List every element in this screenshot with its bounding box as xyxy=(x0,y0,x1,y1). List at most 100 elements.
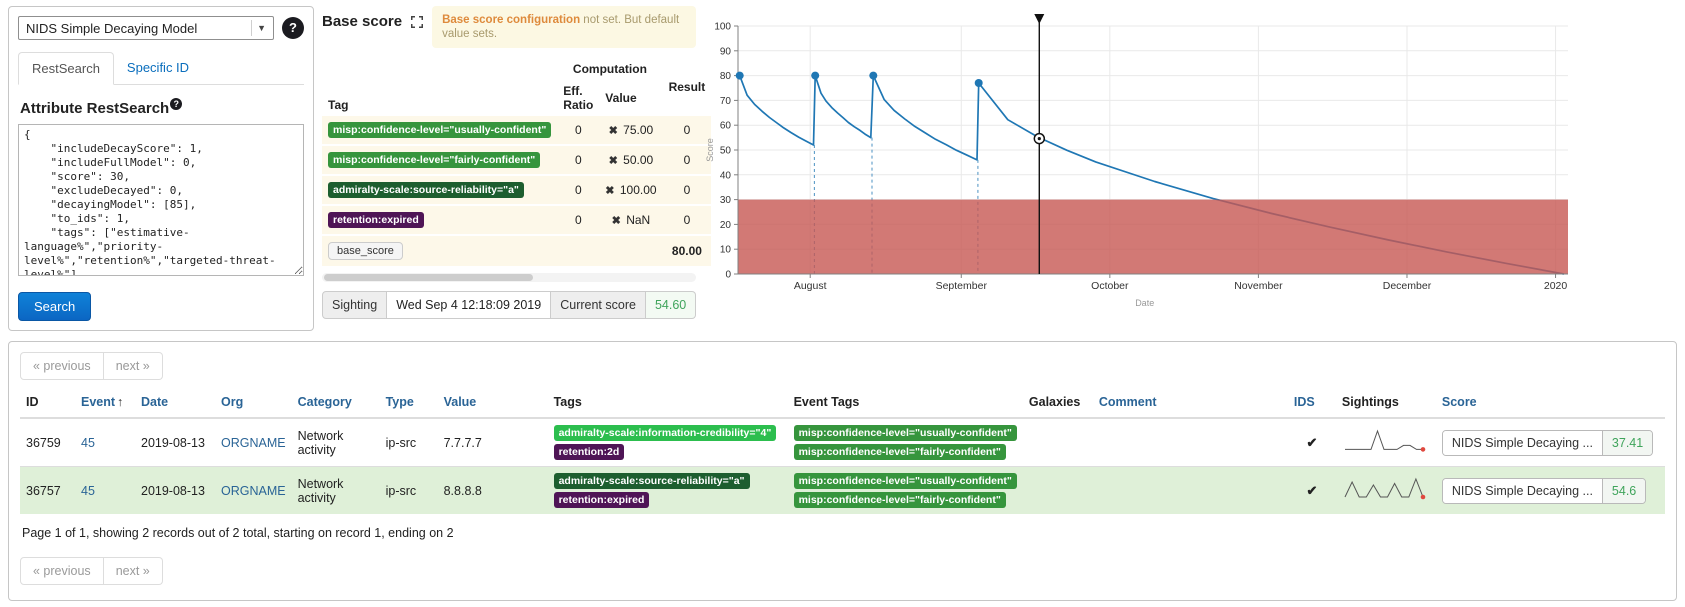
ids-check-icon: ✔ xyxy=(1294,435,1330,451)
column-header-event-tags: Event Tags xyxy=(788,387,1023,418)
org-link[interactable]: ORGNAME xyxy=(221,436,286,450)
decay-score-value: 37.41 xyxy=(1602,431,1652,455)
attribute-galaxies xyxy=(1023,418,1093,467)
attribute-id: 36759 xyxy=(20,418,75,467)
previous-page-button-bottom[interactable]: « previous xyxy=(20,557,104,585)
base-score-row: admiralty-scale:source-reliability="a"0✖… xyxy=(322,175,711,205)
model-help-button[interactable]: ? xyxy=(282,17,304,39)
column-header-sightings: Sightings xyxy=(1336,387,1436,418)
column-header-comment[interactable]: Comment xyxy=(1093,387,1288,418)
event-link[interactable]: 45 xyxy=(81,484,95,498)
event-tags: misp:confidence-level="usually-confident… xyxy=(788,418,1023,467)
column-header-type[interactable]: Type xyxy=(380,387,438,418)
attribute-sightings xyxy=(1336,418,1436,467)
attribute-row: 36759452019-08-13ORGNAMENetwork activity… xyxy=(20,418,1665,467)
ids-check-icon: ✔ xyxy=(1294,483,1330,499)
x-tick-label: October xyxy=(1091,280,1129,292)
col-tag: Tag xyxy=(322,58,557,116)
tag-badge: retention:expired xyxy=(554,492,650,508)
sighting-dot xyxy=(811,72,819,80)
org-link[interactable]: ORGNAME xyxy=(221,484,286,498)
sighting-dot xyxy=(975,79,983,87)
attribute-category: Network activity xyxy=(292,467,380,515)
multiply-icon: ✖ xyxy=(605,185,614,197)
decay-score-value: 54.6 xyxy=(1602,479,1645,503)
base-score-table: Tag Computation Result Eff. Ratio Value … xyxy=(322,58,711,268)
model-panel: NIDS Simple Decaying Model ▼ ? RestSearc… xyxy=(8,6,314,331)
attribute-date: 2019-08-13 xyxy=(135,467,215,515)
base-score-pill: base_score xyxy=(328,242,403,260)
x-tick-label: 2020 xyxy=(1544,280,1568,292)
sighting-bar: Sighting Wed Sep 4 12:18:09 2019 Current… xyxy=(322,291,696,319)
search-tabs: RestSearch Specific ID xyxy=(18,52,304,85)
base-score-row: retention:expired0✖ NaN0 xyxy=(322,205,711,235)
column-header-score[interactable]: Score xyxy=(1436,387,1665,418)
tag-badge: misp:confidence-level="usually-confident… xyxy=(328,122,551,138)
decay-score-box: NIDS Simple Decaying ...54.6 xyxy=(1442,478,1646,504)
select-caret-icon: ▼ xyxy=(251,20,271,36)
col-computation: Computation xyxy=(557,58,662,80)
attribute-row: 36757452019-08-13ORGNAMENetwork activity… xyxy=(20,467,1665,515)
base-score-title: Base score xyxy=(322,6,402,30)
column-header-value[interactable]: Value xyxy=(438,387,548,418)
y-tick-label: 50 xyxy=(720,146,732,157)
column-header-date[interactable]: Date xyxy=(135,387,215,418)
next-page-button[interactable]: next » xyxy=(104,352,163,380)
attribute-comment xyxy=(1093,418,1288,467)
tab-specific-id[interactable]: Specific ID xyxy=(114,52,202,85)
sighting-label: Sighting xyxy=(322,291,387,319)
y-tick-label: 100 xyxy=(714,22,731,33)
attribute-type: ip-src xyxy=(380,467,438,515)
tag-badge: misp:confidence-level="fairly-confident" xyxy=(328,152,540,168)
column-header-ids[interactable]: IDS xyxy=(1288,387,1336,418)
pagination-top: « previous next » xyxy=(20,352,163,380)
sighting-dot xyxy=(869,72,877,80)
current-score-value: 54.60 xyxy=(646,291,696,319)
sighting-dot xyxy=(736,72,744,80)
column-header-galaxies: Galaxies xyxy=(1023,387,1093,418)
cursor-handle-icon[interactable] xyxy=(1034,14,1044,24)
attribute-value: 7.7.7.7 xyxy=(438,418,548,467)
table-hscrollbar[interactable] xyxy=(322,273,696,282)
model-select[interactable]: NIDS Simple Decaying Model ▼ xyxy=(18,16,274,40)
previous-page-button[interactable]: « previous xyxy=(20,352,104,380)
pagination-bottom: « previous next » xyxy=(20,557,163,585)
attribute-galaxies xyxy=(1023,467,1093,515)
warning-strong-text: Base score configuration xyxy=(442,14,580,26)
tag-badge: misp:confidence-level="usually-confident… xyxy=(794,425,1017,441)
sightings-sparkline xyxy=(1342,426,1430,456)
multiply-icon: ✖ xyxy=(612,215,621,227)
pagination-summary: Page 1 of 1, showing 2 records out of 2 … xyxy=(22,526,1663,540)
base-score-row: misp:confidence-level="fairly-confident"… xyxy=(322,145,711,175)
base-score-panel: Base score Base score configuration not … xyxy=(322,6,696,319)
restsearch-query-input[interactable]: { "includeDecayScore": 1, "includeFullMo… xyxy=(18,124,304,276)
decay-score-model: NIDS Simple Decaying ... xyxy=(1443,431,1602,455)
y-tick-label: 60 xyxy=(720,121,732,132)
tag-badge: admiralty-scale:information-credibility=… xyxy=(554,425,777,441)
x-tick-label: December xyxy=(1383,280,1432,292)
tag-badge: misp:confidence-level="usually-confident… xyxy=(794,473,1017,489)
results-panel: « previous next » IDEvent↑DateOrgCategor… xyxy=(8,341,1677,601)
threshold-region xyxy=(738,200,1568,274)
multiply-icon: ✖ xyxy=(609,125,618,137)
next-page-button-bottom[interactable]: next » xyxy=(104,557,163,585)
model-select-value: NIDS Simple Decaying Model xyxy=(26,21,197,36)
top-row: NIDS Simple Decaying Model ▼ ? RestSearc… xyxy=(8,6,1677,331)
attribute-sightings xyxy=(1336,467,1436,515)
event-link[interactable]: 45 xyxy=(81,436,95,450)
tag-badge: retention:expired xyxy=(328,212,424,228)
column-header-category[interactable]: Category xyxy=(292,387,380,418)
page: NIDS Simple Decaying Model ▼ ? RestSearc… xyxy=(0,0,1685,607)
tab-restsearch[interactable]: RestSearch xyxy=(18,52,114,85)
search-button[interactable]: Search xyxy=(18,292,91,321)
expand-icon[interactable] xyxy=(411,15,423,33)
scrollbar-thumb[interactable] xyxy=(324,274,533,281)
tag-badge: admiralty-scale:source-reliability="a" xyxy=(554,473,750,489)
column-header-event[interactable]: Event↑ xyxy=(75,387,135,418)
column-header-org[interactable]: Org xyxy=(215,387,292,418)
heading-help-icon[interactable]: ? xyxy=(170,98,182,110)
sort-arrow-icon: ↑ xyxy=(117,395,123,409)
y-axis-title: Score xyxy=(705,138,715,162)
sparkline-endpoint-dot xyxy=(1421,495,1426,500)
base-score-warning: Base score configuration not set. But de… xyxy=(432,6,696,48)
